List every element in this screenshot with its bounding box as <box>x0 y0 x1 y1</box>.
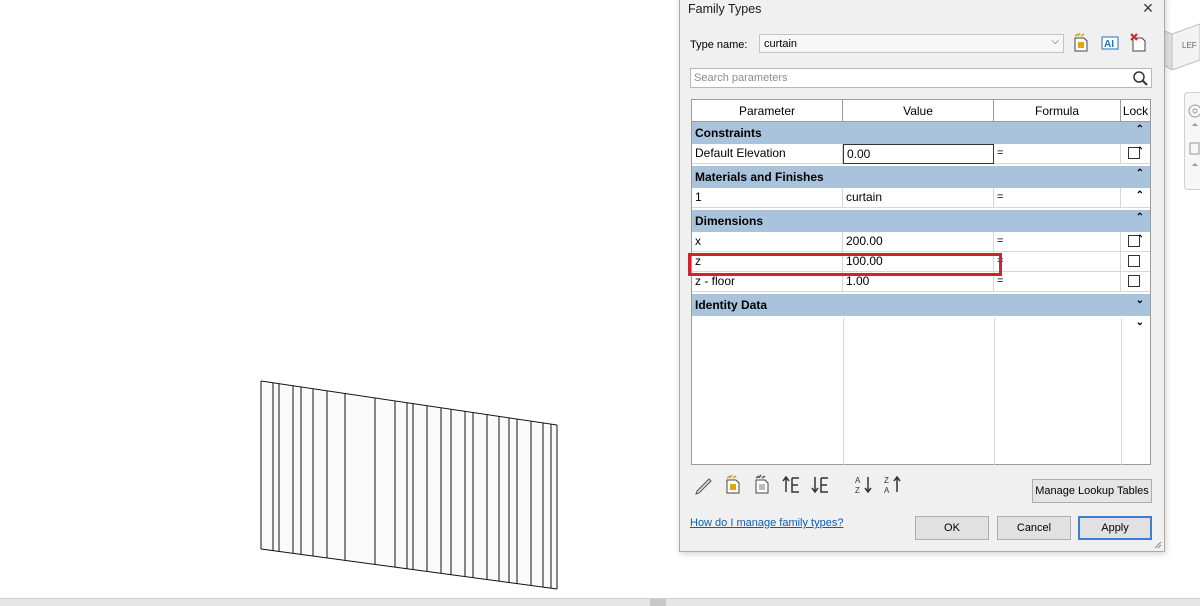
search-input[interactable] <box>694 71 1124 85</box>
type-name-value: curtain <box>764 38 798 50</box>
manage-lookup-tables-button[interactable]: Manage Lookup Tables <box>1032 479 1152 503</box>
delete-type-icon[interactable] <box>1128 32 1150 54</box>
parameter-value[interactable]: 200.00 <box>843 232 994 252</box>
svg-text:Z: Z <box>855 486 860 495</box>
parameter-formula[interactable]: = <box>994 272 1121 292</box>
parameter-name[interactable]: 1 <box>692 188 843 208</box>
search-icon[interactable] <box>1131 70 1149 88</box>
sort-descending-icon[interactable]: Z A <box>882 473 904 495</box>
group-materials-and-finishes[interactable]: Materials and Finishes ⌃ ⌃ <box>692 166 1150 201</box>
parameter-name[interactable]: Default Elevation <box>692 144 843 164</box>
lock-checkbox[interactable] <box>1128 235 1140 247</box>
move-up-icon[interactable] <box>780 473 802 495</box>
table-row: 1 curtain = <box>692 188 1150 208</box>
sort-ascending-icon[interactable]: A Z <box>853 473 875 495</box>
parameters-table: Parameter Value Formula Lock Constraints… <box>691 99 1151 465</box>
parameter-value[interactable]: curtain <box>843 188 994 208</box>
cancel-button[interactable]: Cancel <box>997 516 1071 540</box>
expand-icon[interactable]: ⌄ ⌄ <box>1136 290 1144 334</box>
modify-parameter-icon[interactable] <box>751 473 773 495</box>
column-header-value[interactable]: Value <box>843 100 994 122</box>
lock-cell <box>1121 252 1150 272</box>
parameter-formula[interactable]: = <box>994 252 1121 272</box>
search-parameters-box[interactable] <box>690 68 1152 88</box>
parameter-value[interactable]: 1.00 <box>843 272 994 292</box>
type-name-label: Type name: <box>690 39 748 51</box>
lock-cell <box>1121 188 1150 208</box>
table-row: z - floor 1.00 = <box>692 272 1150 292</box>
parameter-name[interactable]: z <box>692 252 843 272</box>
column-header-parameter[interactable]: Parameter <box>692 100 843 122</box>
parameter-formula[interactable]: = <box>994 232 1121 252</box>
svg-text:Z: Z <box>884 476 889 485</box>
column-divider <box>843 318 844 465</box>
chevron-down-icon: ⌵ <box>1051 36 1059 47</box>
curtain-model[interactable] <box>255 375 565 595</box>
svg-text:A: A <box>884 486 890 495</box>
navigation-bar <box>1184 92 1200 190</box>
parameter-name[interactable]: x <box>692 232 843 252</box>
lock-cell <box>1121 272 1150 292</box>
parameter-value-input[interactable]: 0.00 <box>843 144 994 164</box>
lock-cell <box>1121 232 1150 252</box>
parameter-value[interactable]: 100.00 <box>843 252 994 272</box>
view-cube-icon[interactable]: LEF <box>1162 20 1200 70</box>
group-constraints[interactable]: Constraints ⌃⌃ <box>692 122 1150 157</box>
svg-text:A: A <box>855 476 861 485</box>
ok-button[interactable]: OK <box>915 516 989 540</box>
help-link[interactable]: How do I manage family types? <box>690 517 843 529</box>
column-header-formula[interactable]: Formula <box>994 100 1121 122</box>
column-divider <box>1121 318 1122 465</box>
pencil-icon[interactable] <box>693 473 715 495</box>
move-down-icon[interactable] <box>809 473 831 495</box>
table-row: x 200.00 = <box>692 232 1150 252</box>
zoom-icon[interactable] <box>1185 141 1200 181</box>
apply-button[interactable]: Apply <box>1078 516 1152 540</box>
type-name-select[interactable]: curtain ⌵ <box>759 34 1064 53</box>
table-row: z 100.00 = <box>692 252 1150 272</box>
parameter-formula[interactable]: = <box>994 188 1121 208</box>
lock-cell <box>1121 144 1150 164</box>
parameter-formula[interactable]: = <box>994 144 1121 164</box>
group-label: Dimensions <box>695 214 764 228</box>
group-label: Materials and Finishes <box>695 170 824 184</box>
svg-text:LEF: LEF <box>1182 41 1197 50</box>
svg-text:AI: AI <box>1104 39 1114 50</box>
lock-checkbox[interactable] <box>1128 255 1140 267</box>
new-type-icon[interactable] <box>1070 32 1092 54</box>
close-icon[interactable]: × <box>1138 0 1158 19</box>
lock-checkbox[interactable] <box>1128 275 1140 287</box>
dialog-title: Family Types <box>688 2 762 16</box>
group-identity-data[interactable]: Identity Data ⌄ ⌄ <box>692 294 1150 328</box>
group-dimensions[interactable]: Dimensions ⌃⌃ <box>692 210 1150 245</box>
family-types-dialog: Family Types × Type name: curtain ⌵ AI P… <box>679 0 1165 552</box>
group-label: Identity Data <box>695 298 768 312</box>
steering-wheel-icon[interactable] <box>1185 103 1200 143</box>
lock-checkbox[interactable] <box>1128 147 1140 159</box>
rename-type-icon[interactable]: AI <box>1099 32 1121 54</box>
new-parameter-icon[interactable] <box>722 473 744 495</box>
column-divider <box>994 318 995 465</box>
table-row: Default Elevation 0.00 = <box>692 144 1150 164</box>
group-label: Constraints <box>695 126 762 140</box>
parameter-name[interactable]: z - floor <box>692 272 843 292</box>
resize-grip-icon[interactable] <box>1152 539 1162 549</box>
